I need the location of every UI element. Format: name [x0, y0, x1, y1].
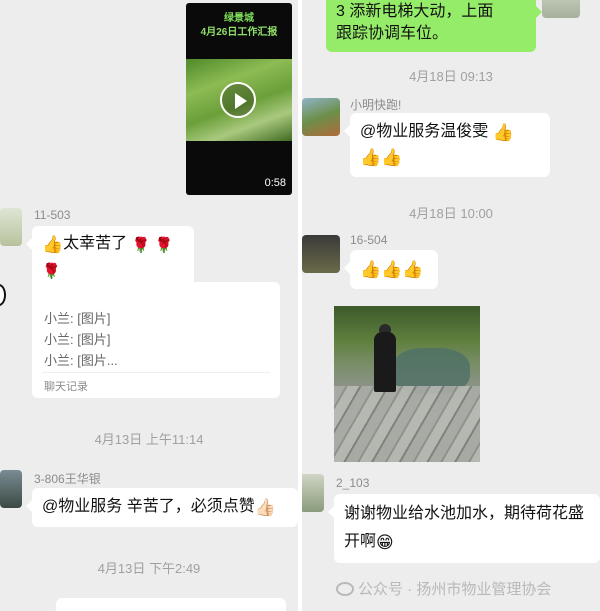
message-bubble-self[interactable]: 3 添新电梯大动，上面 跟踪协调车位。 — [326, 0, 542, 52]
video-title: 绿景城 — [224, 13, 254, 24]
thumbs-up-icon: 👍 — [360, 148, 382, 167]
timestamp: 4月18日 10:00 — [409, 206, 493, 221]
record-line: 小兰: [图片... — [44, 353, 118, 368]
sender-name: 3-806王华银 — [34, 472, 101, 486]
sender-name: 2_103 — [336, 476, 370, 490]
image-message[interactable] — [334, 306, 480, 462]
message-bubble[interactable]: 谢谢物业给水池加水，期待荷花盛 开啊😁 — [328, 494, 600, 563]
message-text: @物业服务温俊雯 — [360, 123, 489, 140]
thumbs-up-icon: 👍🏻 — [254, 498, 276, 517]
record-footer: 聊天记录 — [42, 372, 270, 398]
video-subtitle: 4月26日工作汇报 — [200, 27, 278, 38]
message-text: 谢谢物业给水池加水，期待荷花盛 — [344, 505, 585, 522]
watermark: 公众号 · 扬州市物业管理协会 — [336, 578, 551, 599]
avatar[interactable] — [302, 98, 340, 136]
message-text: 开啊 — [344, 533, 377, 550]
sender-name: 小明快跑! — [350, 98, 402, 112]
thumbs-up-icon: 👍 — [402, 260, 424, 279]
chat-record-card[interactable]: 小兰: [图片] 小兰: [图片] 小兰: [图片... 聊天记录 — [32, 282, 280, 398]
stone-path — [334, 386, 480, 462]
thumbs-up-icon: 👍 — [381, 148, 403, 167]
avatar[interactable] — [302, 474, 324, 512]
rose-icon: 🌹 — [131, 237, 151, 254]
timestamp: 4月13日 下午2:49 — [97, 561, 201, 576]
sender-name: 16-504 — [350, 233, 388, 247]
message-text: 跟踪协调车位。 — [336, 25, 449, 42]
thumbs-up-icon: 👍 — [381, 260, 403, 279]
avatar[interactable] — [0, 208, 22, 246]
record-line: 小兰: [图片] — [44, 311, 111, 326]
message-text: 3 添新电梯大动，上面 — [336, 3, 494, 20]
message-bubble[interactable]: @物业服务温俊雯 👍 👍👍 — [344, 113, 550, 177]
timestamp: 4月13日 上午11:14 — [94, 432, 204, 447]
thumbs-up-icon: 👍 — [42, 235, 64, 254]
timestamp: 4月18日 09:13 — [409, 69, 493, 84]
person-figure — [374, 332, 396, 392]
message-bubble[interactable]: @物业服务 辛苦了，必须点赞👍🏻 — [26, 488, 298, 527]
message-text: @物业服务 辛苦了，必须点赞 — [42, 498, 255, 515]
sender-name: 11-503 — [34, 208, 71, 222]
message-bubble[interactable]: 👍👍👍 — [344, 250, 438, 289]
rose-icon: 🌹 — [154, 237, 174, 254]
watermark-text: 公众号 · 扬州市物业管理协会 — [358, 581, 552, 598]
avatar[interactable] — [302, 235, 340, 273]
chat-column-left: 绿景城 4月26日工作汇报 0:58 11-503 👍太幸苦了 🌹 🌹 🌹 小兰… — [0, 0, 298, 611]
message-bubble[interactable] — [50, 598, 286, 611]
avatar[interactable] — [542, 0, 580, 18]
grin-icon: 😁 — [376, 533, 394, 552]
wechat-icon — [336, 582, 354, 596]
record-line: 小兰: [图片] — [44, 332, 111, 347]
thumbs-up-icon: 👍 — [492, 123, 514, 142]
message-text: 太幸苦了 — [63, 235, 128, 252]
thumbs-up-icon: 👍 — [360, 260, 382, 279]
video-duration: 0:58 — [264, 177, 286, 189]
video-message[interactable]: 绿景城 4月26日工作汇报 0:58 — [186, 3, 292, 195]
play-icon[interactable] — [220, 82, 256, 118]
avatar[interactable] — [0, 470, 22, 508]
